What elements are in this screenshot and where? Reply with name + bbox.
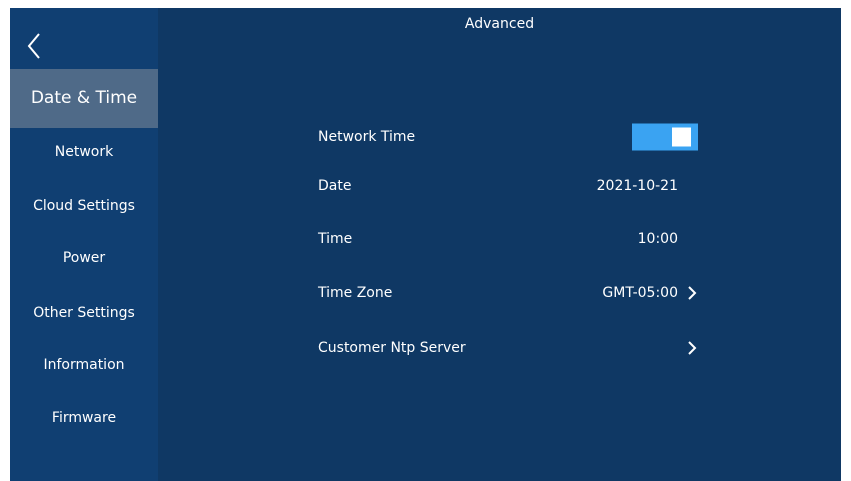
network-time-row: Network Time: [318, 117, 698, 157]
sidebar-item-label: Other Settings: [33, 305, 135, 321]
sidebar-item-label: Date & Time: [30, 88, 138, 108]
sidebar: Date & Time Network Cloud Settings Power…: [10, 8, 158, 481]
time-zone-value: GMT-05:00: [602, 285, 678, 301]
sidebar-item-other-settings[interactable]: Other Settings: [10, 295, 158, 331]
network-time-label: Network Time: [318, 129, 416, 145]
sidebar-item-cloud-settings[interactable]: Cloud Settings: [10, 188, 158, 224]
ntp-server-label: Customer Ntp Server: [318, 340, 466, 356]
sidebar-item-date-time[interactable]: Date & Time: [10, 69, 158, 128]
date-label: Date: [318, 178, 352, 194]
page-title: Advanced: [464, 16, 535, 32]
sidebar-item-label: Power: [62, 250, 106, 266]
toggle-knob: [672, 127, 691, 147]
back-button[interactable]: [20, 28, 50, 64]
time-label: Time: [318, 231, 353, 247]
sidebar-item-network[interactable]: Network: [10, 134, 158, 170]
sidebar-item-information[interactable]: Information: [10, 347, 158, 383]
date-value: 2021-10-21: [596, 178, 678, 194]
network-time-toggle[interactable]: [632, 123, 698, 151]
time-value: 10:00: [637, 231, 678, 247]
sidebar-item-label: Cloud Settings: [33, 198, 135, 214]
sidebar-item-label: Network: [54, 144, 114, 160]
time-zone-label: Time Zone: [318, 285, 393, 301]
chevron-right-icon: [686, 285, 698, 301]
sidebar-item-firmware[interactable]: Firmware: [10, 400, 158, 436]
ntp-server-row[interactable]: Customer Ntp Server: [318, 328, 698, 368]
chevron-left-icon: [20, 28, 50, 64]
chevron-right-icon: [686, 340, 698, 356]
time-zone-row[interactable]: Time Zone GMT-05:00: [318, 273, 698, 313]
sidebar-item-power[interactable]: Power: [10, 240, 158, 276]
sidebar-item-label: Information: [43, 357, 125, 373]
time-row[interactable]: Time 10:00: [318, 219, 698, 259]
date-row[interactable]: Date 2021-10-21: [318, 166, 698, 206]
settings-screen: Date & Time Network Cloud Settings Power…: [10, 8, 841, 481]
sidebar-item-label: Firmware: [51, 410, 117, 426]
